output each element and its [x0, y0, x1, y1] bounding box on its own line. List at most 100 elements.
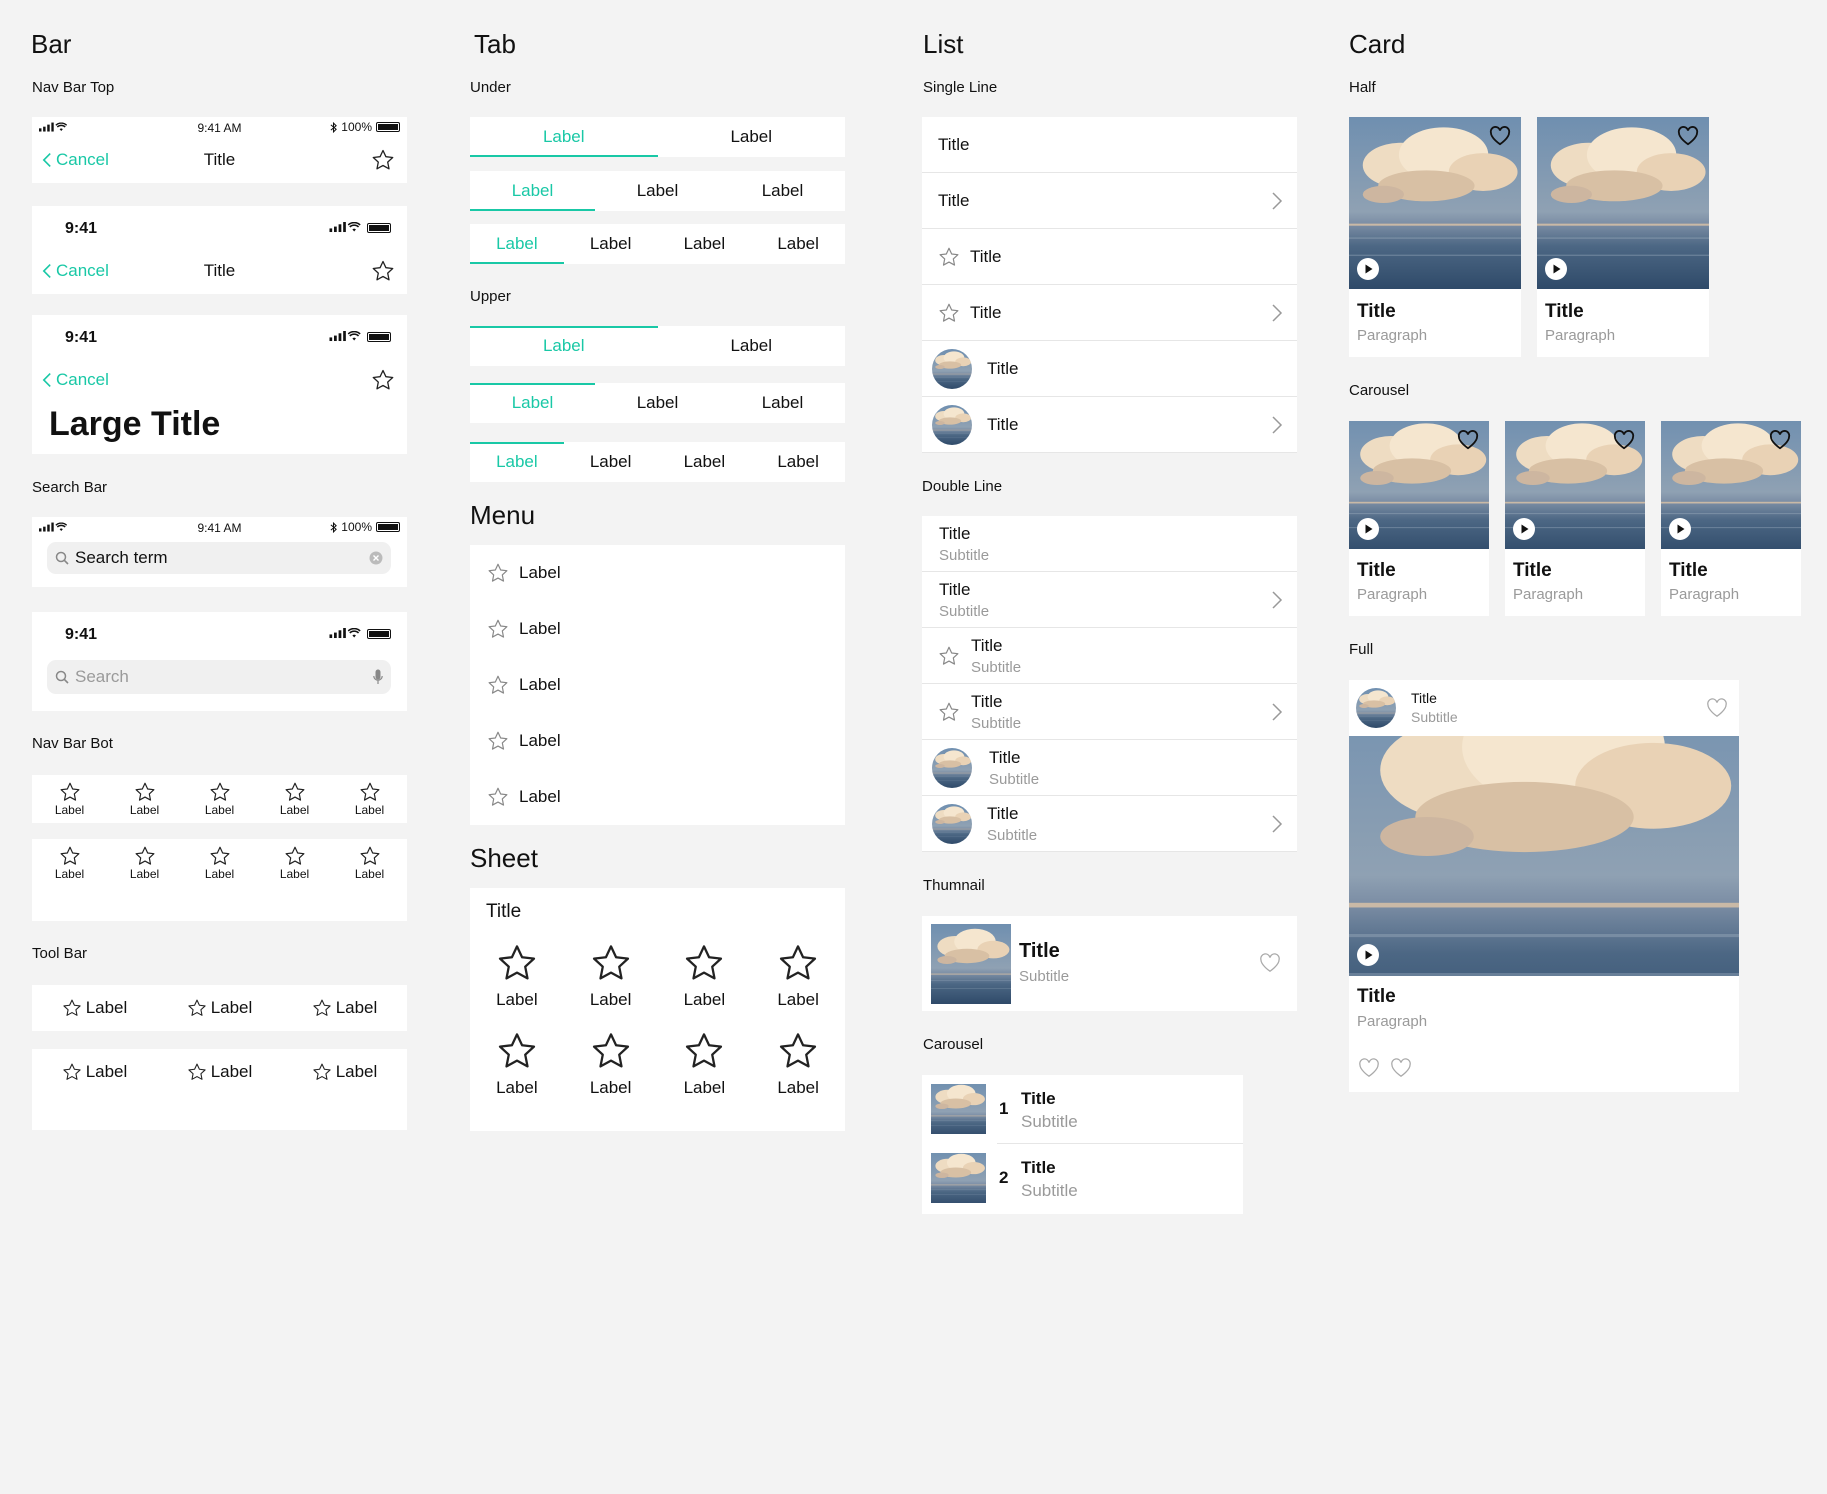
tab-item[interactable]: Label: [595, 393, 720, 413]
tool-bar-item-label: Label: [335, 998, 378, 1017]
list-item[interactable]: Title: [922, 229, 1297, 285]
star-icon[interactable]: [371, 368, 395, 392]
menu-item[interactable]: Label: [470, 713, 845, 769]
tab-item[interactable]: Label: [595, 181, 720, 201]
list-item[interactable]: Title Subtitle: [922, 572, 1297, 628]
thumbnail-list-item[interactable]: Title Subtitle: [922, 916, 1297, 1011]
menu-item[interactable]: Label: [470, 769, 845, 825]
tab-item[interactable]: Label: [564, 234, 658, 254]
sheet-item[interactable]: Label: [658, 942, 752, 1010]
tab-item-active[interactable]: Label: [470, 118, 658, 157]
tab-item[interactable]: Label: [564, 452, 658, 472]
sheet-item[interactable]: Label: [751, 1030, 845, 1098]
tab-bar-item[interactable]: Label: [355, 845, 384, 881]
heart-icon[interactable]: [1457, 430, 1479, 450]
tab-bar-item[interactable]: Label: [355, 781, 384, 817]
play-icon[interactable]: [1356, 257, 1380, 281]
tab-label: Label: [589, 234, 632, 253]
list-item[interactable]: Title: [922, 285, 1297, 341]
tool-bar-item[interactable]: Label: [62, 1062, 127, 1082]
carousel-list-item[interactable]: 2 Title Subtitle: [922, 1144, 1243, 1214]
card-half[interactable]: Title Paragraph: [1537, 117, 1709, 357]
heart-icon[interactable]: [1677, 126, 1699, 146]
heart-icon[interactable]: [1769, 430, 1791, 450]
card-carousel[interactable]: Title Paragraph: [1505, 421, 1645, 616]
play-icon[interactable]: [1512, 517, 1536, 541]
tab-item[interactable]: Label: [751, 234, 845, 254]
search-input[interactable]: Search term: [47, 542, 391, 574]
menu-item[interactable]: Label: [470, 601, 845, 657]
list-item-title: Title: [989, 748, 1021, 767]
battery-icon: [376, 522, 400, 532]
play-icon[interactable]: [1356, 943, 1380, 967]
list-item[interactable]: Title: [922, 341, 1297, 397]
star-icon[interactable]: [371, 259, 395, 283]
sheet-item[interactable]: Label: [470, 1030, 564, 1098]
heart-icon[interactable]: [1706, 698, 1728, 718]
tab-bar-item[interactable]: Label: [55, 781, 84, 817]
list-item[interactable]: Title Subtitle: [922, 740, 1297, 796]
cancel-button[interactable]: Cancel: [42, 370, 109, 390]
list-item[interactable]: Title: [922, 117, 1297, 173]
microphone-icon[interactable]: [373, 669, 383, 685]
list-item-title: Title: [971, 692, 1003, 711]
play-icon[interactable]: [1668, 517, 1692, 541]
sheet-item[interactable]: Label: [658, 1030, 752, 1098]
heart-icon[interactable]: [1259, 953, 1281, 973]
star-icon: [777, 942, 819, 984]
tool-bar-item[interactable]: Label: [62, 998, 127, 1018]
search-input[interactable]: Search: [47, 660, 391, 694]
play-icon[interactable]: [1356, 517, 1380, 541]
tab-bar-item[interactable]: Label: [130, 845, 159, 881]
heart-icon[interactable]: [1613, 430, 1635, 450]
tab-item[interactable]: Label: [658, 234, 752, 254]
star-icon[interactable]: [371, 148, 395, 172]
tool-bar-item[interactable]: Label: [187, 1062, 252, 1082]
tab-item[interactable]: Label: [658, 452, 752, 472]
sheet-item[interactable]: Label: [751, 942, 845, 1010]
card-carousel[interactable]: Title Paragraph: [1349, 421, 1489, 616]
sheet-item[interactable]: Label: [564, 1030, 658, 1098]
menu-item[interactable]: Label: [470, 657, 845, 713]
tab-item[interactable]: Label: [751, 452, 845, 472]
tab-bar-item[interactable]: Label: [280, 781, 309, 817]
card-carousel[interactable]: Title Paragraph: [1661, 421, 1801, 616]
tool-bar-item[interactable]: Label: [187, 998, 252, 1018]
card-full[interactable]: Title Subtitle Title Paragraph: [1349, 680, 1739, 1092]
tab-item-active[interactable]: Label: [470, 172, 595, 211]
cancel-button[interactable]: Cancel: [42, 261, 109, 281]
tab-bar-item[interactable]: Label: [55, 845, 84, 881]
cancel-button[interactable]: Cancel: [42, 150, 109, 170]
tab-bar-item[interactable]: Label: [205, 845, 234, 881]
tab-item[interactable]: Label: [658, 127, 846, 147]
tab-item[interactable]: Label: [720, 393, 845, 413]
list-item[interactable]: Title: [922, 173, 1297, 229]
heart-icon[interactable]: [1358, 1058, 1380, 1078]
tab-item-active[interactable]: Label: [470, 442, 564, 481]
tab-label: Label: [683, 452, 726, 471]
tab-item[interactable]: Label: [658, 336, 846, 356]
play-icon[interactable]: [1544, 257, 1568, 281]
list-item[interactable]: Title Subtitle: [922, 684, 1297, 740]
heart-icon[interactable]: [1390, 1058, 1412, 1078]
heart-icon[interactable]: [1489, 126, 1511, 146]
tab-item-active[interactable]: Label: [470, 225, 564, 264]
list-item[interactable]: Title: [922, 397, 1297, 453]
carousel-list-item[interactable]: 1 Title Subtitle: [922, 1075, 1243, 1144]
clear-icon[interactable]: [369, 551, 383, 565]
sheet-item[interactable]: Label: [564, 942, 658, 1010]
list-item[interactable]: Title Subtitle: [922, 628, 1297, 684]
tab-item-active[interactable]: Label: [470, 383, 595, 422]
card-half[interactable]: Title Paragraph: [1349, 117, 1521, 357]
tab-item-active[interactable]: Label: [470, 326, 658, 365]
tool-bar-item[interactable]: Label: [312, 998, 378, 1018]
tool-bar-item[interactable]: Label: [312, 1062, 377, 1082]
tab-bar-item[interactable]: Label: [205, 781, 234, 817]
list-item[interactable]: Title Subtitle: [922, 796, 1297, 852]
list-item[interactable]: Title Subtitle: [922, 516, 1297, 572]
sheet-item[interactable]: Label: [470, 942, 564, 1010]
menu-item[interactable]: Label: [470, 545, 845, 601]
tab-bar-item[interactable]: Label: [280, 845, 309, 881]
tab-item[interactable]: Label: [720, 181, 845, 201]
tab-bar-item[interactable]: Label: [130, 781, 159, 817]
